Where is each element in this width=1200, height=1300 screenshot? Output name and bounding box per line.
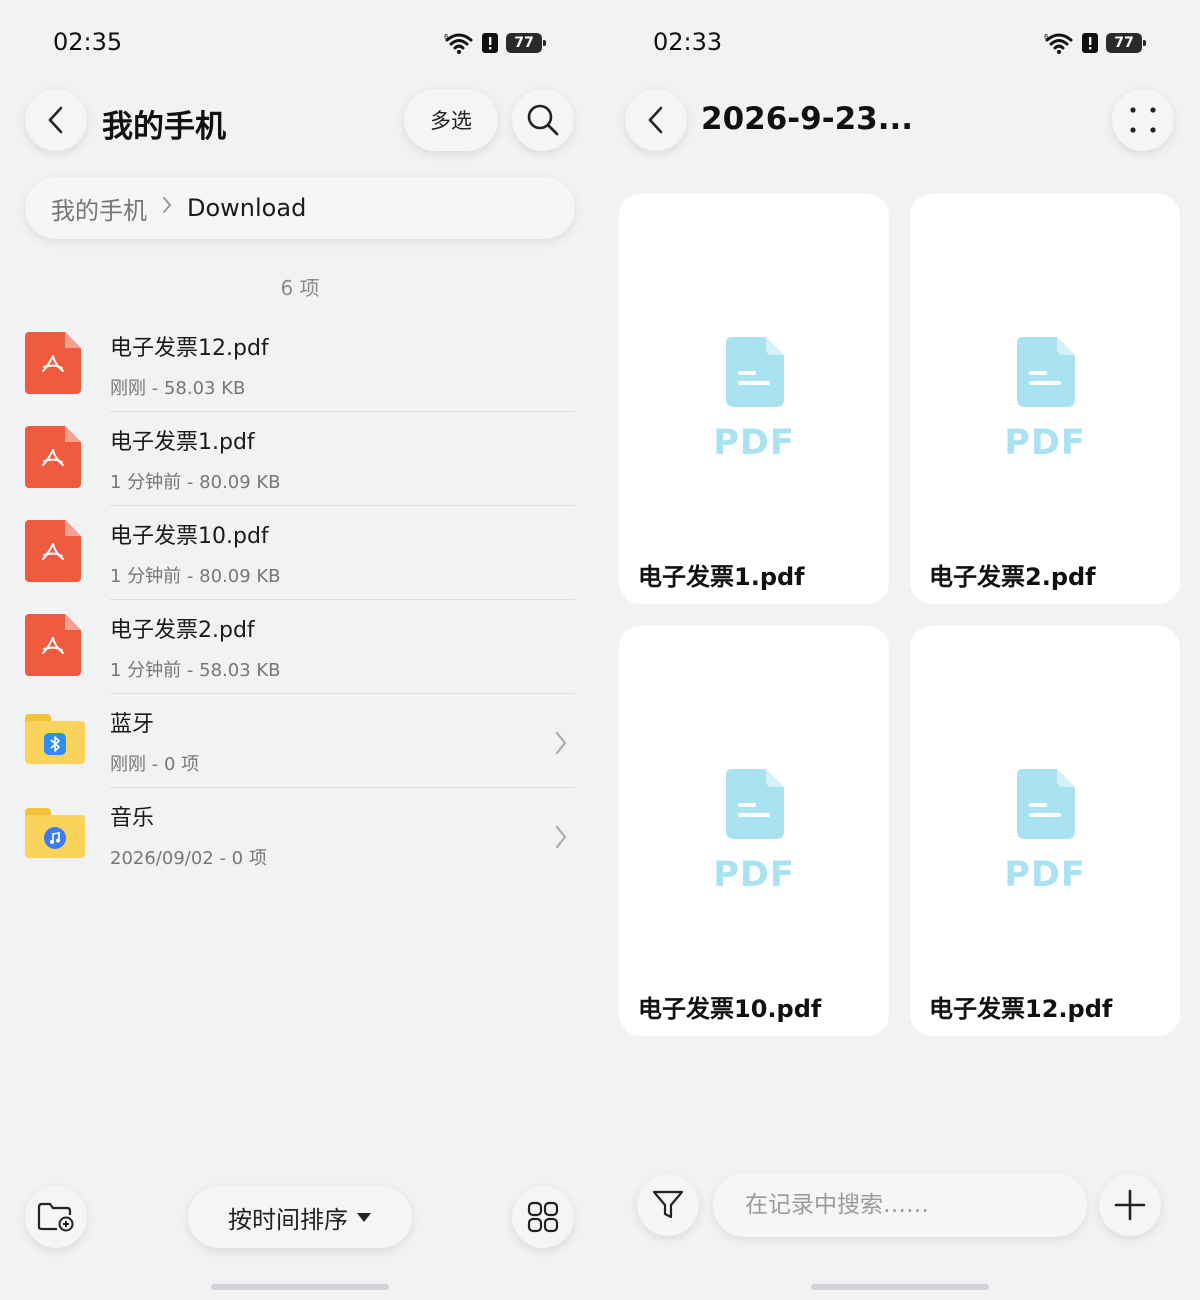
pdf-card[interactable]: PDF 电子发票1.pdf <box>619 194 889 604</box>
grid-icon <box>527 1201 559 1233</box>
folder-name: 蓝牙 <box>110 712 155 737</box>
pdf-type-label: PDF <box>1004 855 1086 895</box>
card-file-name: 电子发票12.pdf <box>929 995 1113 1023</box>
chevron-right-icon <box>161 195 173 221</box>
file-list: 电子发票12.pdf 刚刚 - 58.03 KB 电子发票1.pdf 1 分钟前… <box>0 318 600 882</box>
file-name: 电子发票2.pdf <box>110 618 255 643</box>
dots-grid-icon <box>1130 107 1156 133</box>
document-icon <box>1017 337 1075 407</box>
multi-select-button[interactable]: 多选 <box>404 89 498 151</box>
new-folder-button[interactable] <box>25 1186 87 1248</box>
document-icon <box>1017 769 1075 839</box>
grid-view-button[interactable] <box>512 1186 574 1248</box>
folder-name: 音乐 <box>110 806 155 831</box>
document-icon <box>726 337 784 407</box>
document-icon <box>726 769 784 839</box>
home-indicator[interactable] <box>211 1284 389 1290</box>
back-button[interactable] <box>25 89 87 151</box>
caret-down-icon <box>357 1213 371 1222</box>
file-name: 电子发票10.pdf <box>110 524 269 549</box>
page-title: 我的手机 <box>102 109 226 145</box>
search-icon <box>527 104 559 136</box>
wifi-icon: 6 <box>1044 33 1073 54</box>
bluetooth-icon <box>44 733 66 755</box>
card-file-name: 电子发票1.pdf <box>638 563 805 591</box>
svg-text:6: 6 <box>444 33 449 41</box>
back-button[interactable] <box>625 89 687 151</box>
card-file-name: 电子发票10.pdf <box>638 995 822 1023</box>
item-count: 6 项 <box>280 276 320 300</box>
records-screen: 02:33 6 77 2026-9-23... PDF 电子发票1.pdf PD… <box>600 0 1200 1300</box>
folder-icon <box>25 802 85 864</box>
card-file-name: 电子发票2.pdf <box>929 563 1096 591</box>
page-title: 2026-9-23... <box>701 101 914 137</box>
status-time: 02:35 <box>53 28 123 56</box>
pdf-card[interactable]: PDF 电子发票2.pdf <box>910 194 1180 604</box>
music-icon <box>44 827 66 849</box>
chevron-right-icon <box>554 824 568 854</box>
home-indicator[interactable] <box>811 1284 989 1290</box>
filter-icon <box>652 1190 684 1219</box>
chevron-right-icon <box>554 730 568 760</box>
status-time: 02:33 <box>653 28 723 56</box>
more-options-button[interactable] <box>1112 89 1174 151</box>
list-item[interactable]: 电子发票1.pdf 1 分钟前 - 80.09 KB <box>0 412 600 506</box>
alert-icon <box>482 33 498 53</box>
list-item[interactable]: 电子发票2.pdf 1 分钟前 - 58.03 KB <box>0 600 600 694</box>
folder-icon <box>25 708 85 770</box>
pdf-type-label: PDF <box>713 855 795 895</box>
new-folder-icon <box>37 1202 74 1232</box>
folder-meta: 2026/09/02 - 0 项 <box>110 848 267 869</box>
pdf-file-icon <box>25 520 85 582</box>
pdf-card[interactable]: PDF 电子发票12.pdf <box>910 626 1180 1036</box>
status-icons: 6 77 <box>1044 32 1146 54</box>
list-item[interactable]: 蓝牙 刚刚 - 0 项 <box>0 694 600 788</box>
file-meta: 1 分钟前 - 80.09 KB <box>110 566 281 587</box>
pdf-file-icon <box>25 332 85 394</box>
search-field[interactable] <box>713 1173 1087 1237</box>
search-button[interactable] <box>512 89 574 151</box>
sort-button[interactable]: 按时间排序 <box>188 1186 412 1248</box>
wifi-icon: 6 <box>444 33 473 54</box>
list-item[interactable]: 音乐 2026/09/02 - 0 项 <box>0 788 600 882</box>
chevron-left-icon <box>648 106 663 134</box>
list-item[interactable]: 电子发票10.pdf 1 分钟前 - 80.09 KB <box>0 506 600 600</box>
pdf-card[interactable]: PDF 电子发票10.pdf <box>619 626 889 1036</box>
alert-icon <box>1082 33 1098 53</box>
svg-text:6: 6 <box>1044 33 1049 41</box>
breadcrumb-root[interactable]: 我的手机 <box>51 191 147 226</box>
breadcrumb-current: Download <box>187 194 307 222</box>
add-button[interactable] <box>1099 1174 1161 1236</box>
list-item[interactable]: 电子发票12.pdf 刚刚 - 58.03 KB <box>0 318 600 412</box>
file-name: 电子发票12.pdf <box>110 336 269 361</box>
status-icons: 6 77 <box>444 32 546 54</box>
file-meta: 1 分钟前 - 80.09 KB <box>110 472 281 493</box>
pdf-file-icon <box>25 614 85 676</box>
battery-indicator: 77 <box>1106 33 1146 53</box>
battery-indicator: 77 <box>506 33 546 53</box>
pdf-type-label: PDF <box>713 423 795 463</box>
sort-label: 按时间排序 <box>228 1205 348 1234</box>
pdf-type-label: PDF <box>1004 423 1086 463</box>
file-meta: 刚刚 - 58.03 KB <box>110 378 246 399</box>
search-input[interactable] <box>745 1192 1087 1218</box>
breadcrumb: 我的手机 Download <box>25 177 575 239</box>
folder-meta: 刚刚 - 0 项 <box>110 754 200 775</box>
filter-button[interactable] <box>637 1174 699 1236</box>
file-meta: 1 分钟前 - 58.03 KB <box>110 660 281 681</box>
plus-icon <box>1114 1189 1146 1221</box>
file-manager-screen: 02:35 6 77 我的手机 多选 我的手机 Download 6 项 电子发… <box>0 0 600 1300</box>
file-name: 电子发票1.pdf <box>110 430 255 455</box>
pdf-file-icon <box>25 426 85 488</box>
chevron-left-icon <box>48 106 63 134</box>
